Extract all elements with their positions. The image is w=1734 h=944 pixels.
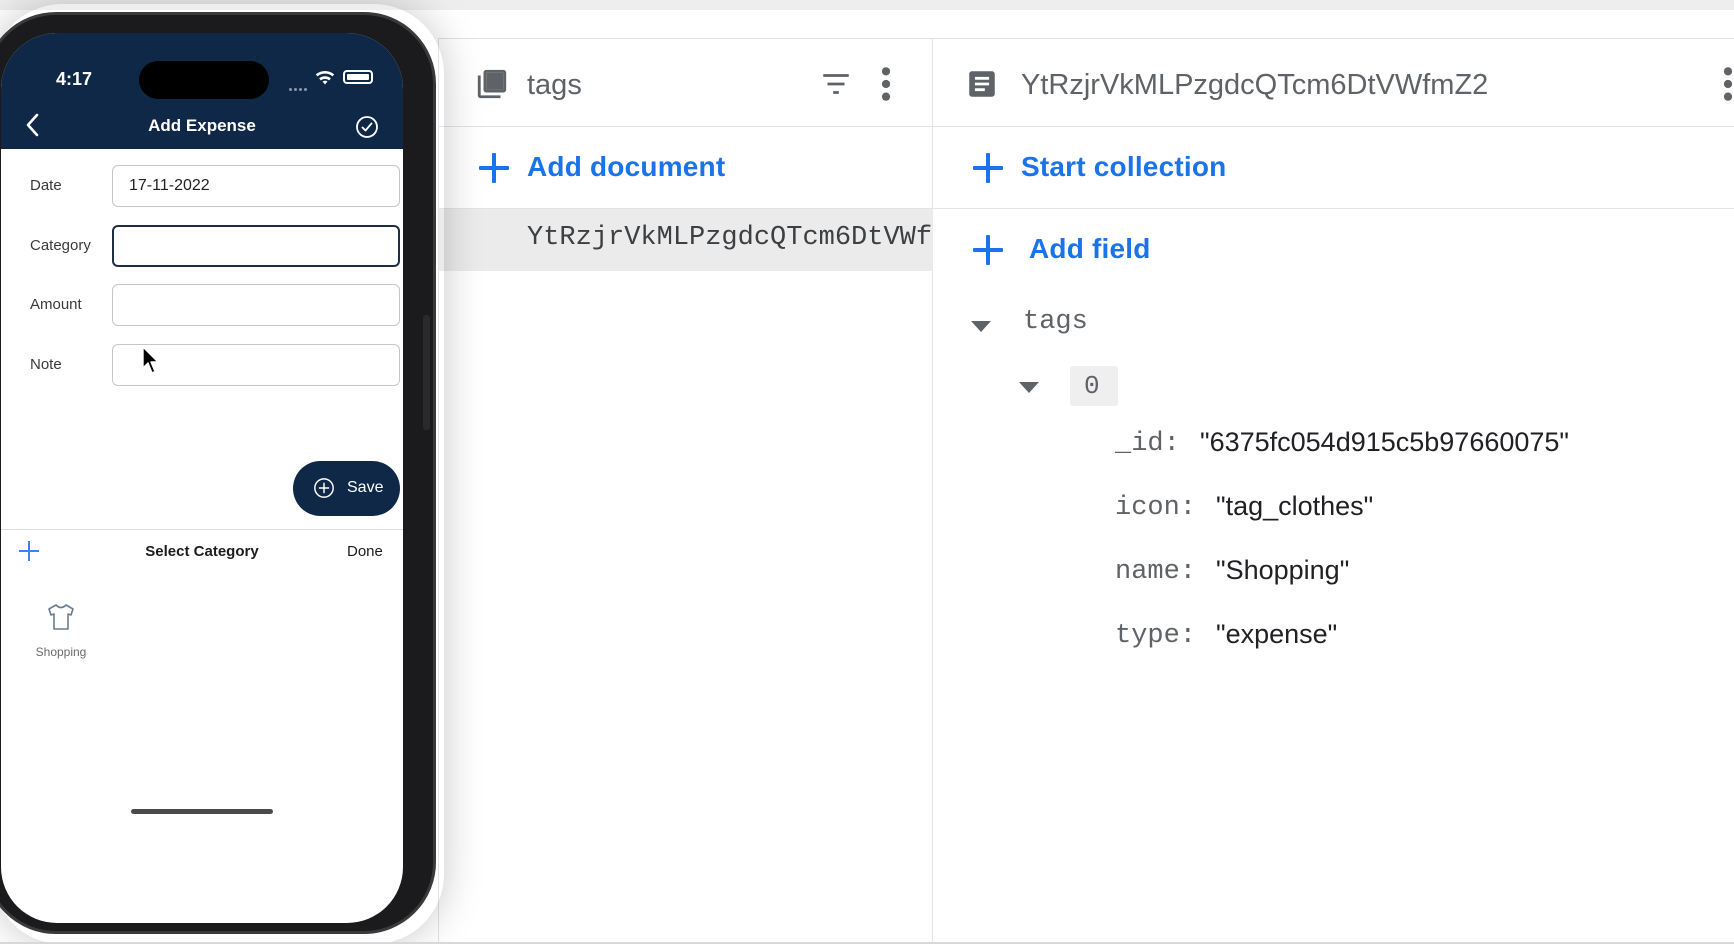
screen-title: Add Expense [148, 116, 256, 135]
entry-key: _id: [1115, 429, 1180, 459]
document-header: YtRzjrVkMLPzgdcQTcm6DtVWfmZ2 [933, 39, 1734, 127]
document-panel: YtRzjrVkMLPzgdcQTcm6DtVWfmZ2 Start colle… [933, 39, 1734, 942]
category-field[interactable] [112, 225, 400, 267]
status-time: 4:17 [56, 69, 93, 89]
note-label: Note [30, 356, 62, 373]
mouse-cursor-icon [142, 346, 159, 374]
date-label: Date [30, 177, 62, 194]
start-collection-label: Start collection [1021, 151, 1227, 182]
app-header: 4:17 Add Expense [1, 33, 403, 149]
add-field-button[interactable]: Add field [933, 209, 1233, 289]
entry-key: icon: [1115, 493, 1197, 523]
home-indicator [131, 809, 273, 814]
entry-value: "6375fc054d915c5b97660075" [1200, 427, 1570, 457]
collection-header: tags [439, 39, 932, 127]
phone-frame: 4:17 Add Expense Date 17-11-2022 Categor… [0, 12, 436, 934]
category-label: Category [30, 237, 91, 254]
add-document-button[interactable]: Add document [439, 127, 932, 209]
done-button[interactable]: Done [347, 543, 383, 560]
start-collection-button[interactable]: Start collection [933, 127, 1734, 209]
sheet-divider [1, 529, 403, 530]
expand-arrow-icon[interactable] [971, 321, 991, 332]
amount-field[interactable] [112, 284, 400, 326]
plus-icon [479, 153, 509, 183]
dynamic-island [139, 61, 269, 99]
battery-icon [343, 70, 373, 84]
document-title: YtRzjrVkMLPzgdcQTcm6DtVWfmZ2 [1021, 69, 1489, 101]
shirt-icon [48, 604, 74, 630]
array-index: 0 [1084, 371, 1100, 401]
expand-arrow-icon[interactable] [1019, 382, 1039, 393]
more-vert-icon[interactable] [879, 65, 893, 103]
save-label: Save [347, 479, 384, 496]
category-item-shopping[interactable]: Shopping [25, 601, 97, 671]
entry-key: name: [1115, 557, 1197, 587]
field-name: tags [1023, 307, 1088, 337]
add-field-label: Add field [1029, 233, 1151, 264]
entry-value: "expense" [1216, 619, 1338, 649]
entry-value: "Shopping" [1216, 555, 1350, 585]
side-button [423, 315, 430, 430]
entry-key: type: [1115, 621, 1197, 651]
amount-label: Amount [30, 296, 82, 313]
array-index-badge: 0 [1070, 366, 1118, 406]
plus-icon [973, 235, 1003, 265]
collection-icon [477, 69, 507, 99]
signal-icon [289, 78, 309, 91]
document-icon [969, 71, 995, 97]
add-document-label: Add document [527, 151, 726, 182]
filter-icon[interactable] [817, 67, 855, 101]
collection-title: tags [527, 69, 582, 101]
phone-screen: 4:17 Add Expense Date 17-11-2022 Categor… [1, 33, 403, 923]
wifi-icon [315, 70, 335, 85]
sheet-title: Select Category [145, 543, 259, 560]
date-field[interactable]: 17-11-2022 [112, 165, 400, 207]
document-id: YtRzjrVkMLPzgdcQTcm6DtVWfmZ2 [527, 223, 933, 253]
plus-icon [973, 153, 1003, 183]
category-label: Shopping [35, 645, 87, 659]
entry-value: "tag_clothes" [1216, 491, 1374, 521]
check-circle-icon[interactable] [355, 115, 379, 139]
document-list-item[interactable]: YtRzjrVkMLPzgdcQTcm6DtVWfmZ2 [439, 209, 933, 271]
plus-circle-icon [314, 478, 334, 498]
more-vert-icon[interactable] [1721, 65, 1734, 103]
collection-panel: tags Add document YtRzjrVkMLPzgdcQTcm6Dt… [438, 39, 933, 942]
save-button[interactable]: Save [293, 461, 400, 516]
